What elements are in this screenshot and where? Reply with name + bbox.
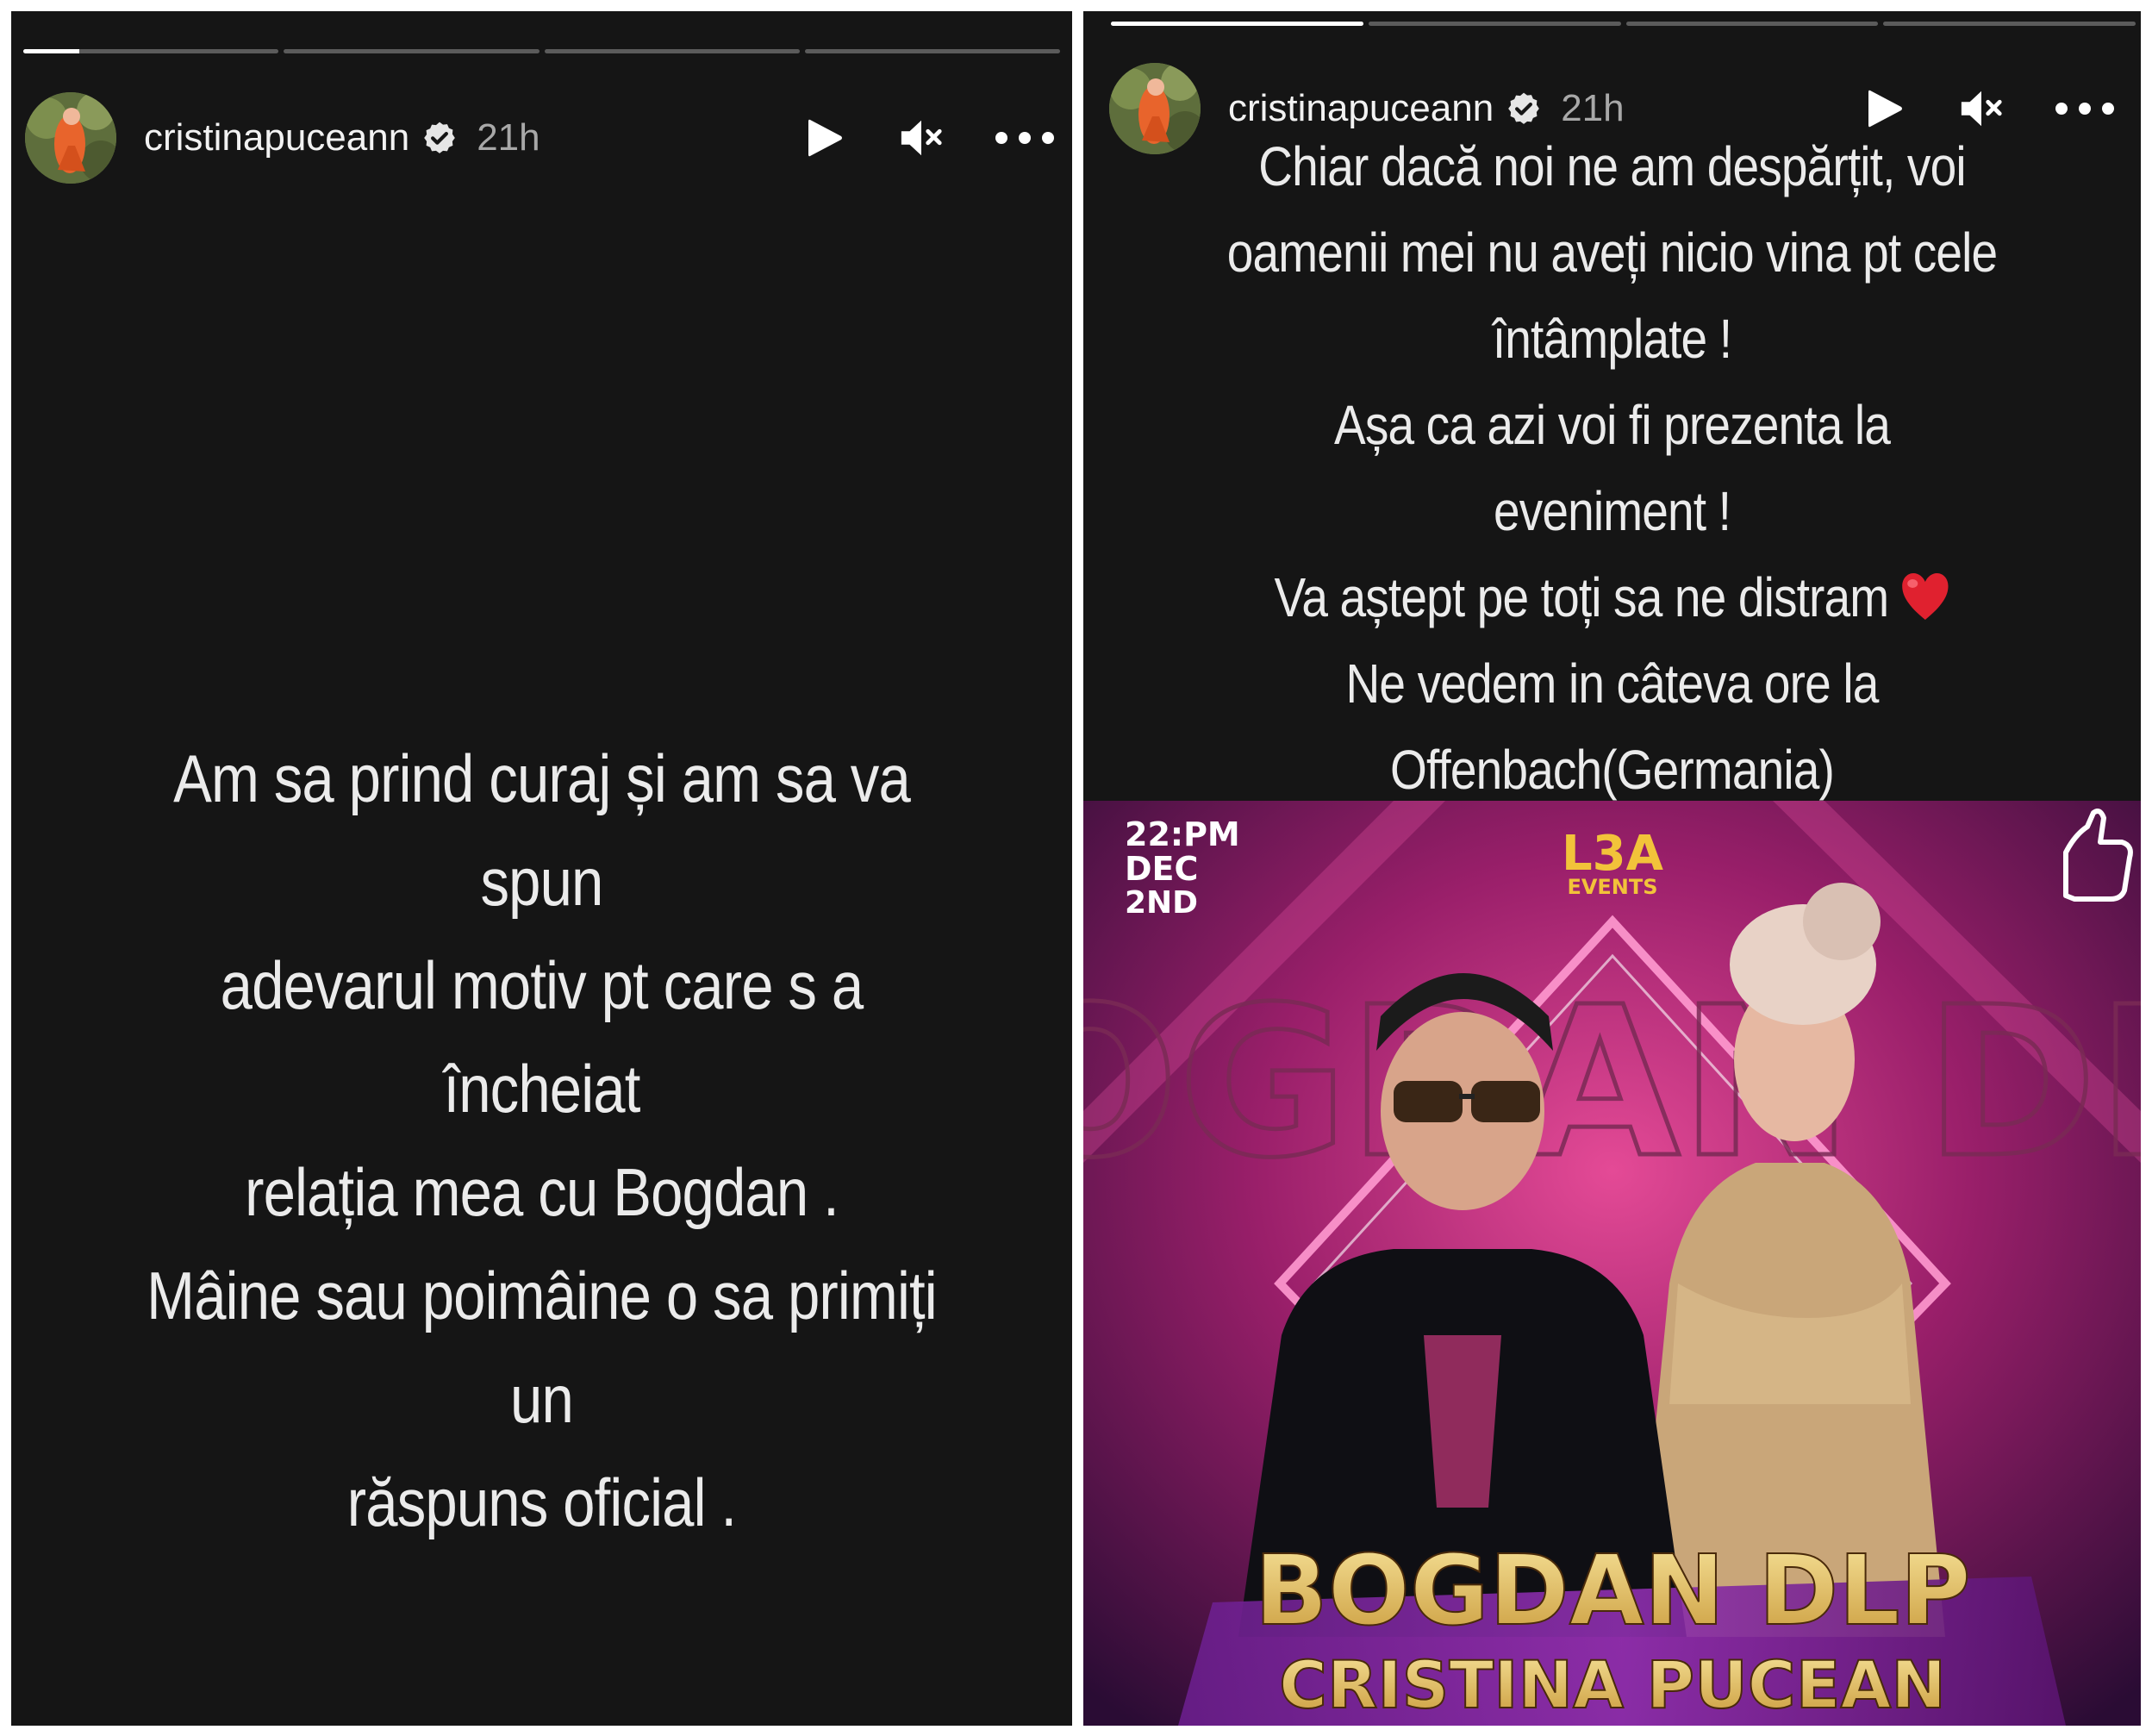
verified-badge-icon <box>1508 92 1540 124</box>
organizer-logo: L3A <box>1562 826 1664 882</box>
caption-line: eveniment ! <box>1493 480 1731 542</box>
progress-segment <box>1625 22 1879 26</box>
red-heart-emoji <box>1902 573 1949 620</box>
caption-line: Mâine sau poimâine o sa primiți un <box>147 1258 937 1437</box>
progress-segment <box>804 49 1060 53</box>
story-caption: Am sa prind curaj și am sa va spun adeva… <box>115 727 969 1554</box>
caption-line-text: Va aștept pe toți sa ne distram <box>1274 566 1890 628</box>
guest-name: CRISTINA PUCEAN <box>1279 1646 1946 1723</box>
play-icon[interactable] <box>802 115 848 161</box>
organizer-logo-sub: EVENTS <box>1567 875 1657 899</box>
story-header: cristinapuceann 21h <box>25 91 1055 185</box>
progress-segment <box>1883 22 2136 26</box>
caption-line: întâmplate ! <box>1492 308 1732 370</box>
story-progress-bar <box>1111 22 2136 26</box>
story-panel-1[interactable]: cristinapuceann 21h Am sa prind curaj și… <box>11 11 1072 1726</box>
progress-fill <box>1111 22 1363 26</box>
caption-line: Offenbach(Germania) <box>1390 739 1835 801</box>
event-time: 22:PM <box>1125 815 1240 853</box>
caption-line: Am sa prind curaj și am sa va spun <box>173 740 911 920</box>
more-options-icon[interactable] <box>995 115 1055 161</box>
progress-segment <box>284 49 540 53</box>
more-options-icon[interactable] <box>2055 85 2115 132</box>
verified-badge-icon <box>424 122 456 153</box>
caption-line: Chiar dacă noi ne am despărțit, voi <box>1258 135 1966 197</box>
progress-segment <box>544 49 800 53</box>
caption-line: Așa ca azi voi fi prezenta la <box>1333 394 1891 456</box>
muted-speaker-icon[interactable] <box>898 115 945 161</box>
avatar[interactable] <box>25 92 116 184</box>
story-caption: Chiar dacă noi ne am despărțit, voi oame… <box>1187 123 2037 813</box>
progress-segment <box>23 49 279 53</box>
caption-line: oamenii mei nu aveți nicio vina pt cele <box>1226 222 1998 284</box>
post-time: 21h <box>477 116 540 159</box>
caption-line: adevarul motiv pt care s a încheiat <box>220 947 864 1127</box>
progress-fill <box>23 49 80 53</box>
story-progress-bar <box>23 49 1060 53</box>
username[interactable]: cristinapuceann <box>144 116 409 159</box>
caption-line: relația mea cu Bogdan . <box>245 1154 839 1230</box>
progress-segment <box>1111 22 1363 26</box>
story-panel-2[interactable]: cristinapuceann 21h Chiar dacă noi ne am… <box>1083 11 2141 1726</box>
poster-background-title: BOGDAN DLP <box>1083 962 2141 1203</box>
event-poster[interactable]: BOGDAN DLP BOGDAN DLP CRISTINA PUCEAN 22… <box>1083 801 2141 1726</box>
event-day: 2ND <box>1125 885 1198 921</box>
headliner-name: BOGDAN DLP <box>1254 1535 1970 1647</box>
caption-line: Va aștept pe toți sa ne distram <box>1187 554 2037 640</box>
caption-line: Ne vedem in câteva ore la <box>1345 653 1880 715</box>
progress-segment <box>1368 22 1621 26</box>
caption-line: răspuns oficial . <box>346 1464 737 1540</box>
event-month: DEC <box>1125 850 1198 888</box>
